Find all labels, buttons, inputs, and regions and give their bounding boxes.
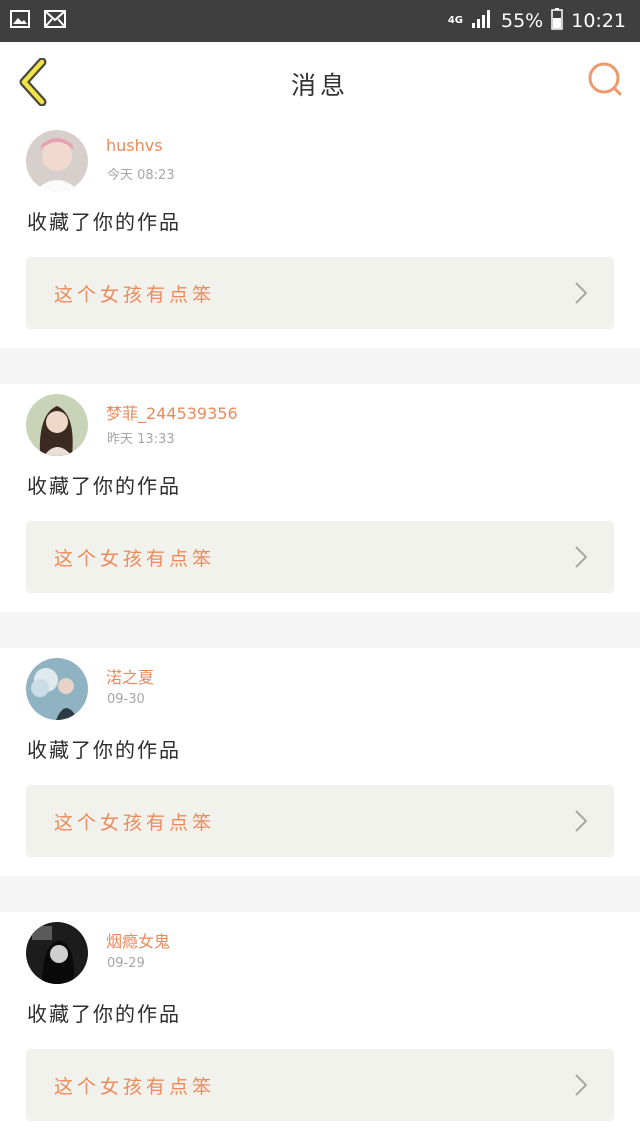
username[interactable]: 渃之夏 bbox=[106, 664, 154, 688]
battery-icon bbox=[551, 7, 563, 35]
search-button[interactable] bbox=[586, 60, 626, 100]
mail-icon bbox=[44, 10, 66, 32]
chevron-right-icon bbox=[575, 546, 588, 568]
message-item: 烟瘾女鬼 09-29 收藏了你的作品 这个女孩有点笨 bbox=[0, 912, 640, 1140]
top-bar: 消息 bbox=[0, 42, 640, 121]
work-link[interactable]: 这个女孩有点笨 bbox=[26, 1049, 614, 1121]
network-type: 4G bbox=[447, 15, 463, 26]
message-item: 梦菲_244539356 昨天 13:33 收藏了你的作品 这个女孩有点笨 bbox=[0, 384, 640, 612]
chevron-right-icon bbox=[575, 282, 588, 304]
work-link[interactable]: 这个女孩有点笨 bbox=[26, 785, 614, 857]
username[interactable]: 烟瘾女鬼 bbox=[106, 928, 170, 952]
battery-percent: 55% bbox=[501, 10, 544, 32]
timestamp: 09-30 bbox=[107, 692, 145, 707]
timestamp: 昨天 13:33 bbox=[107, 432, 175, 447]
work-link[interactable]: 这个女孩有点笨 bbox=[26, 257, 614, 329]
work-title: 这个女孩有点笨 bbox=[54, 812, 216, 834]
timestamp: 今天 08:23 bbox=[107, 168, 175, 183]
chevron-right-icon bbox=[575, 810, 588, 832]
action-text: 收藏了你的作品 bbox=[27, 738, 181, 762]
clock: 10:21 bbox=[571, 10, 626, 32]
avatar[interactable] bbox=[26, 394, 88, 456]
avatar[interactable] bbox=[26, 130, 88, 192]
username[interactable]: hushvs bbox=[106, 136, 163, 155]
gallery-icon bbox=[10, 10, 30, 32]
action-text: 收藏了你的作品 bbox=[27, 1002, 181, 1026]
message-item: 渃之夏 09-30 收藏了你的作品 这个女孩有点笨 bbox=[0, 648, 640, 876]
status-bar: 4G 55% 10:21 bbox=[0, 0, 640, 42]
action-text: 收藏了你的作品 bbox=[27, 210, 181, 234]
avatar[interactable] bbox=[26, 922, 88, 984]
search-icon bbox=[588, 62, 622, 96]
work-title: 这个女孩有点笨 bbox=[54, 284, 216, 306]
work-link[interactable]: 这个女孩有点笨 bbox=[26, 521, 614, 593]
signal-icon bbox=[471, 9, 493, 34]
username[interactable]: 梦菲_244539356 bbox=[106, 400, 238, 424]
avatar[interactable] bbox=[26, 658, 88, 720]
work-title: 这个女孩有点笨 bbox=[54, 1076, 216, 1098]
chevron-right-icon bbox=[575, 1074, 588, 1096]
timestamp: 09-29 bbox=[107, 956, 145, 971]
page-title: 消息 bbox=[290, 71, 349, 100]
message-item: hushvs 今天 08:23 收藏了你的作品 这个女孩有点笨 bbox=[0, 120, 640, 348]
action-text: 收藏了你的作品 bbox=[27, 474, 181, 498]
work-title: 这个女孩有点笨 bbox=[54, 548, 216, 570]
